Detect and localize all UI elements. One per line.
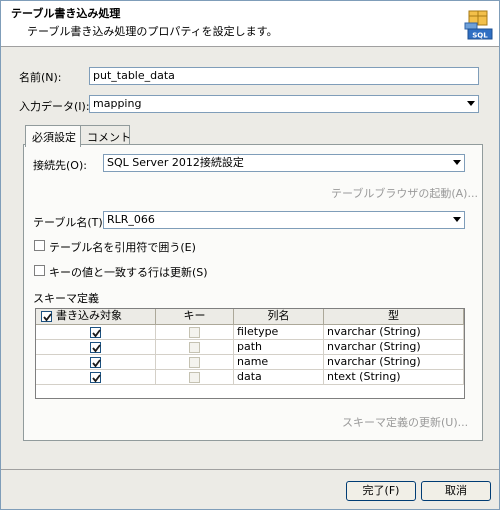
grid-header-key[interactable]: キー xyxy=(156,309,234,325)
connection-label: 接続先(O): xyxy=(33,159,87,172)
footer-divider xyxy=(1,469,499,470)
dialog-header: テーブル書き込み処理 テーブル書き込み処理のプロパティを設定します。 SQL xyxy=(1,1,499,47)
write-checkbox[interactable] xyxy=(90,357,101,368)
schema-grid: 書き込み対象 キー 列名 型 filetype nvarchar (String… xyxy=(35,308,465,399)
quote-table-checkbox[interactable] xyxy=(34,240,45,251)
update-key-checkbox[interactable] xyxy=(34,265,45,276)
update-key-label: キーの値と一致する行は更新(S) xyxy=(49,266,208,279)
grid-header-write[interactable]: 書き込み対象 xyxy=(36,309,156,325)
header-select-all-checkbox[interactable] xyxy=(41,311,52,322)
key-checkbox xyxy=(189,357,200,368)
cancel-button[interactable]: 取消 xyxy=(421,481,491,501)
type-cell: nvarchar (String) xyxy=(324,325,464,340)
sql-icon-text: SQL xyxy=(472,32,488,40)
tab-required[interactable]: 必須設定 xyxy=(25,125,81,147)
ok-button[interactable]: 完了(F) xyxy=(346,481,416,501)
table-name-select[interactable]: RLR_066 xyxy=(103,211,465,229)
chevron-down-icon[interactable] xyxy=(465,97,477,111)
type-cell: nvarchar (String) xyxy=(324,355,464,370)
type-cell: nvarchar (String) xyxy=(324,340,464,355)
connection-select[interactable]: SQL Server 2012接続設定 xyxy=(103,154,465,172)
chevron-down-icon[interactable] xyxy=(451,156,463,170)
write-checkbox[interactable] xyxy=(90,342,101,353)
input-data-value: mapping xyxy=(93,97,142,110)
dialog-title: テーブル書き込み処理 xyxy=(11,7,121,20)
name-label: 名前(N): xyxy=(19,71,62,84)
column-name-cell: data xyxy=(234,370,324,385)
tab-comment[interactable]: コメント xyxy=(80,125,131,145)
table-name-value: RLR_066 xyxy=(107,213,155,226)
write-checkbox[interactable] xyxy=(90,327,101,338)
name-field[interactable]: put_table_data xyxy=(89,67,479,85)
type-cell: ntext (String) xyxy=(324,370,464,385)
schema-label: スキーマ定義 xyxy=(33,292,99,305)
key-checkbox xyxy=(189,327,200,338)
dialog-description: テーブル書き込み処理のプロパティを設定します。 xyxy=(27,25,278,38)
key-checkbox xyxy=(189,372,200,383)
input-data-label: 入力データ(I): xyxy=(19,100,90,113)
key-checkbox xyxy=(189,342,200,353)
grid-header-column-name[interactable]: 列名 xyxy=(234,309,324,325)
grid-header-type[interactable]: 型 xyxy=(324,309,464,325)
table-name-label: テーブル名(T): xyxy=(33,216,107,229)
schema-update-link[interactable]: スキーマ定義の更新(U)... xyxy=(342,414,468,430)
write-checkbox[interactable] xyxy=(90,372,101,383)
grid-header-write-label: 書き込み対象 xyxy=(56,309,122,322)
sql-table-icon: SQL xyxy=(463,9,493,41)
column-name-cell: filetype xyxy=(234,325,324,340)
column-name-cell: path xyxy=(234,340,324,355)
chevron-down-icon[interactable] xyxy=(451,213,463,227)
quote-table-label: テーブル名を引用符で囲う(E) xyxy=(49,241,196,254)
column-name-cell: name xyxy=(234,355,324,370)
table-browser-link[interactable]: テーブルブラウザの起動(A)... xyxy=(331,185,478,201)
input-data-select[interactable]: mapping xyxy=(89,95,479,113)
connection-value: SQL Server 2012接続設定 xyxy=(107,156,244,169)
dialog-window: テーブル書き込み処理 テーブル書き込み処理のプロパティを設定します。 SQL 名… xyxy=(0,0,500,510)
